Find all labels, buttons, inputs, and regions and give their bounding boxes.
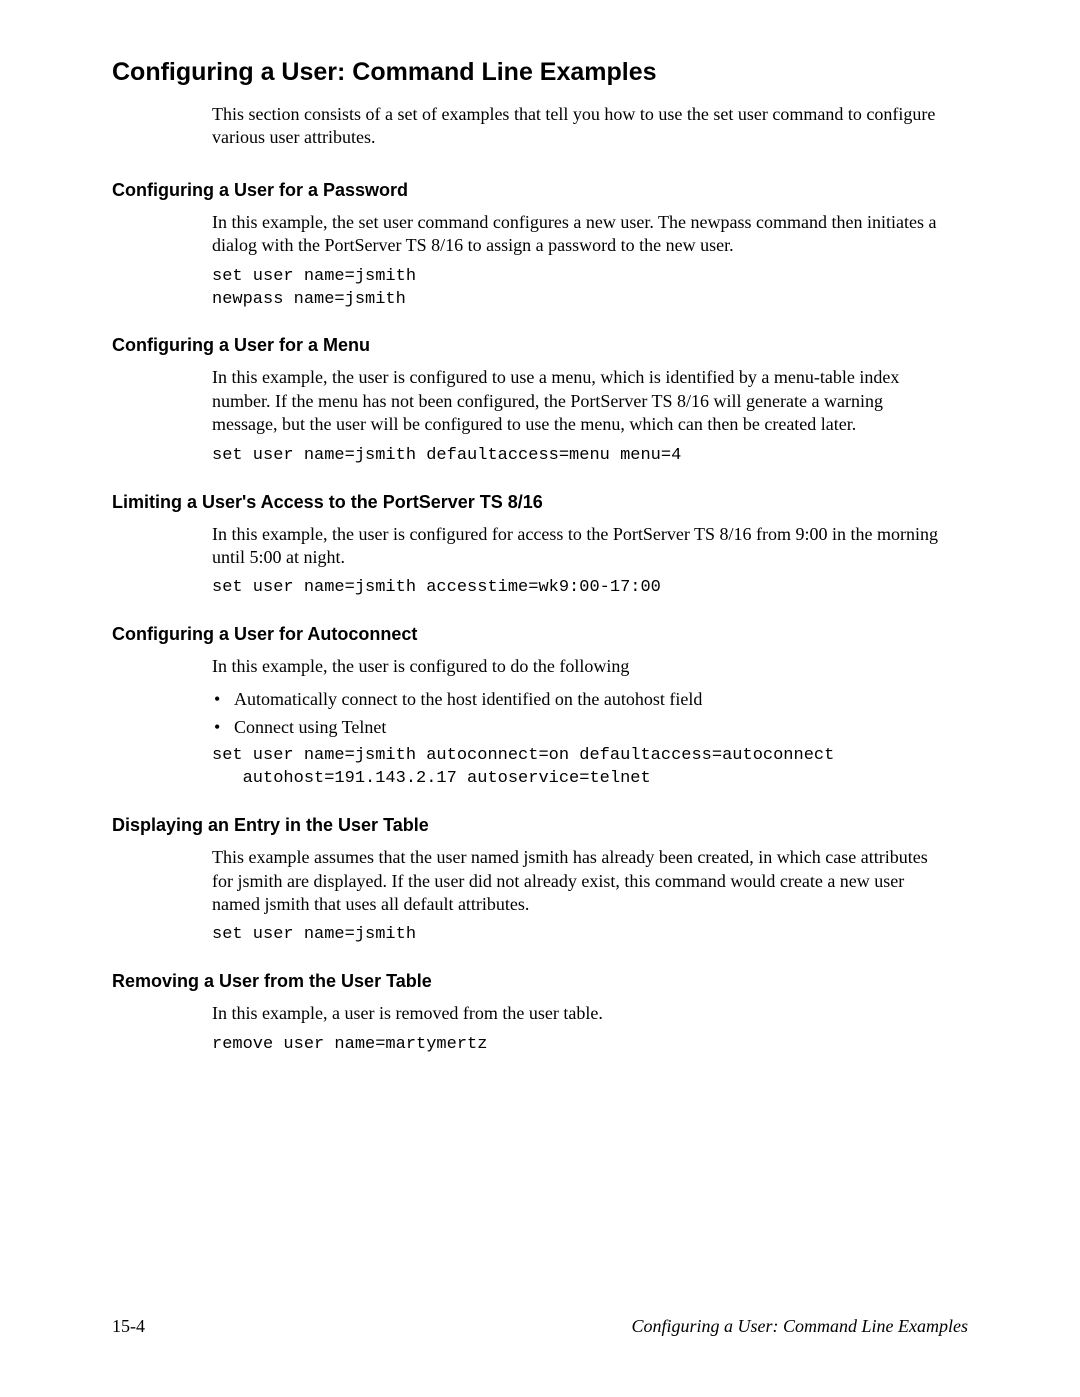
document-page: Configuring a User: Command Line Example…: [0, 0, 1080, 1057]
section-heading: Removing a User from the User Table: [112, 971, 968, 992]
page-number: 15-4: [112, 1316, 145, 1337]
bullet-list: Automatically connect to the host identi…: [212, 687, 948, 740]
intro-paragraph: This section consists of a set of exampl…: [212, 103, 948, 150]
section-heading: Configuring a User for Autoconnect: [112, 624, 968, 645]
code-block: set user name=jsmith: [212, 924, 968, 947]
list-item: Automatically connect to the host identi…: [212, 687, 948, 711]
section-text: In this example, a user is removed from …: [212, 1002, 948, 1025]
footer-title: Configuring a User: Command Line Example…: [632, 1316, 969, 1337]
page-footer: 15-4 Configuring a User: Command Line Ex…: [112, 1316, 968, 1337]
page-title: Configuring a User: Command Line Example…: [112, 58, 968, 87]
section-text: In this example, the user is configured …: [212, 655, 948, 678]
code-block: set user name=jsmith defaultaccess=menu …: [212, 445, 968, 468]
section-heading: Limiting a User's Access to the PortServ…: [112, 492, 968, 513]
code-block: set user name=jsmith accesstime=wk9:00-1…: [212, 577, 968, 600]
code-block: set user name=jsmith autoconnect=on defa…: [212, 745, 968, 791]
code-block: remove user name=martymertz: [212, 1034, 968, 1057]
section-text: This example assumes that the user named…: [212, 846, 948, 916]
section-text: In this example, the user is configured …: [212, 366, 948, 436]
section-text: In this example, the set user command co…: [212, 211, 948, 258]
section-heading: Configuring a User for a Menu: [112, 335, 968, 356]
section-heading: Configuring a User for a Password: [112, 180, 968, 201]
section-text: In this example, the user is configured …: [212, 523, 948, 570]
section-heading: Displaying an Entry in the User Table: [112, 815, 968, 836]
list-item: Connect using Telnet: [212, 715, 948, 739]
code-block: set user name=jsmith newpass name=jsmith: [212, 266, 968, 312]
